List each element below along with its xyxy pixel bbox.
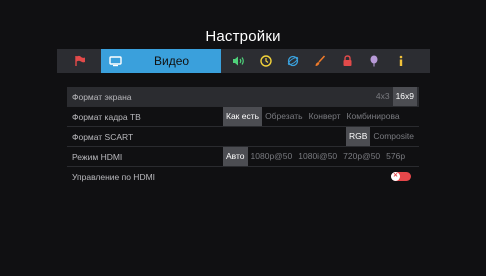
tab-info[interactable]: [389, 49, 413, 73]
page-title: Настройки: [205, 28, 281, 45]
option-720p50[interactable]: 720p@50: [340, 147, 383, 166]
clock-icon: [260, 55, 272, 67]
setting-row-screen-format[interactable]: Формат экрана 4x3 16x9: [67, 87, 419, 106]
setting-label: Управление по HDMI: [72, 171, 156, 182]
option-16x9-selected[interactable]: 16x9: [392, 87, 417, 106]
tab-appearance[interactable]: [308, 49, 332, 73]
tab-general[interactable]: [68, 49, 92, 73]
tab-time[interactable]: [254, 49, 278, 73]
option-576p[interactable]: 576p: [383, 147, 408, 166]
setting-label: Формат кадра ТВ: [72, 111, 141, 122]
tab-extras[interactable]: [362, 49, 386, 73]
flag-icon: [74, 55, 86, 67]
brush-icon: [314, 55, 326, 67]
tab-audio[interactable]: [227, 49, 251, 73]
hdmi-control-toggle[interactable]: ✕: [391, 172, 411, 181]
option-1080i50[interactable]: 1080i@50: [295, 147, 340, 166]
setting-label: Формат экрана: [72, 91, 132, 102]
audio-icon: [232, 55, 246, 67]
option-combined[interactable]: Комбинирова: [344, 107, 403, 126]
option-composite[interactable]: Composite: [370, 127, 417, 146]
option-auto-selected[interactable]: Авто: [223, 147, 248, 166]
option-1080p50[interactable]: 1080p@50: [248, 147, 296, 166]
tv-icon: [109, 55, 122, 67]
globe-icon: [287, 55, 299, 67]
toggle-off-x-icon: ✕: [391, 172, 400, 181]
option-as-is-selected[interactable]: Как есть: [223, 107, 263, 126]
lock-icon: [342, 55, 353, 67]
setting-row-hdmi-mode[interactable]: Режим HDMI Авто 1080p@50 1080i@50 720p@5…: [67, 146, 419, 166]
balloon-icon: [369, 55, 379, 67]
setting-label: Формат SCART: [72, 131, 134, 142]
setting-label: Режим HDMI: [72, 151, 123, 162]
settings-tab-bar: Видео: [57, 49, 430, 73]
tab-network[interactable]: [281, 49, 305, 73]
tab-video-label: Видео: [154, 54, 190, 68]
video-settings-list: Формат экрана 4x3 16x9 Формат кадра ТВ К…: [67, 87, 419, 186]
option-rgb-selected[interactable]: RGB: [345, 127, 371, 146]
info-icon: [398, 55, 404, 67]
option-4x3[interactable]: 4x3: [373, 87, 393, 106]
option-letterbox[interactable]: Конверт: [306, 107, 344, 126]
tab-parental-lock[interactable]: [335, 49, 359, 73]
option-crop[interactable]: Обрезать: [262, 107, 306, 126]
tab-video[interactable]: Видео: [101, 49, 221, 73]
setting-row-scart-format[interactable]: Формат SCART RGB Composite: [67, 126, 419, 146]
setting-row-tv-frame-format[interactable]: Формат кадра ТВ Как есть Обрезать Конвер…: [67, 106, 419, 126]
setting-row-hdmi-control[interactable]: Управление по HDMI ✕: [67, 166, 419, 186]
